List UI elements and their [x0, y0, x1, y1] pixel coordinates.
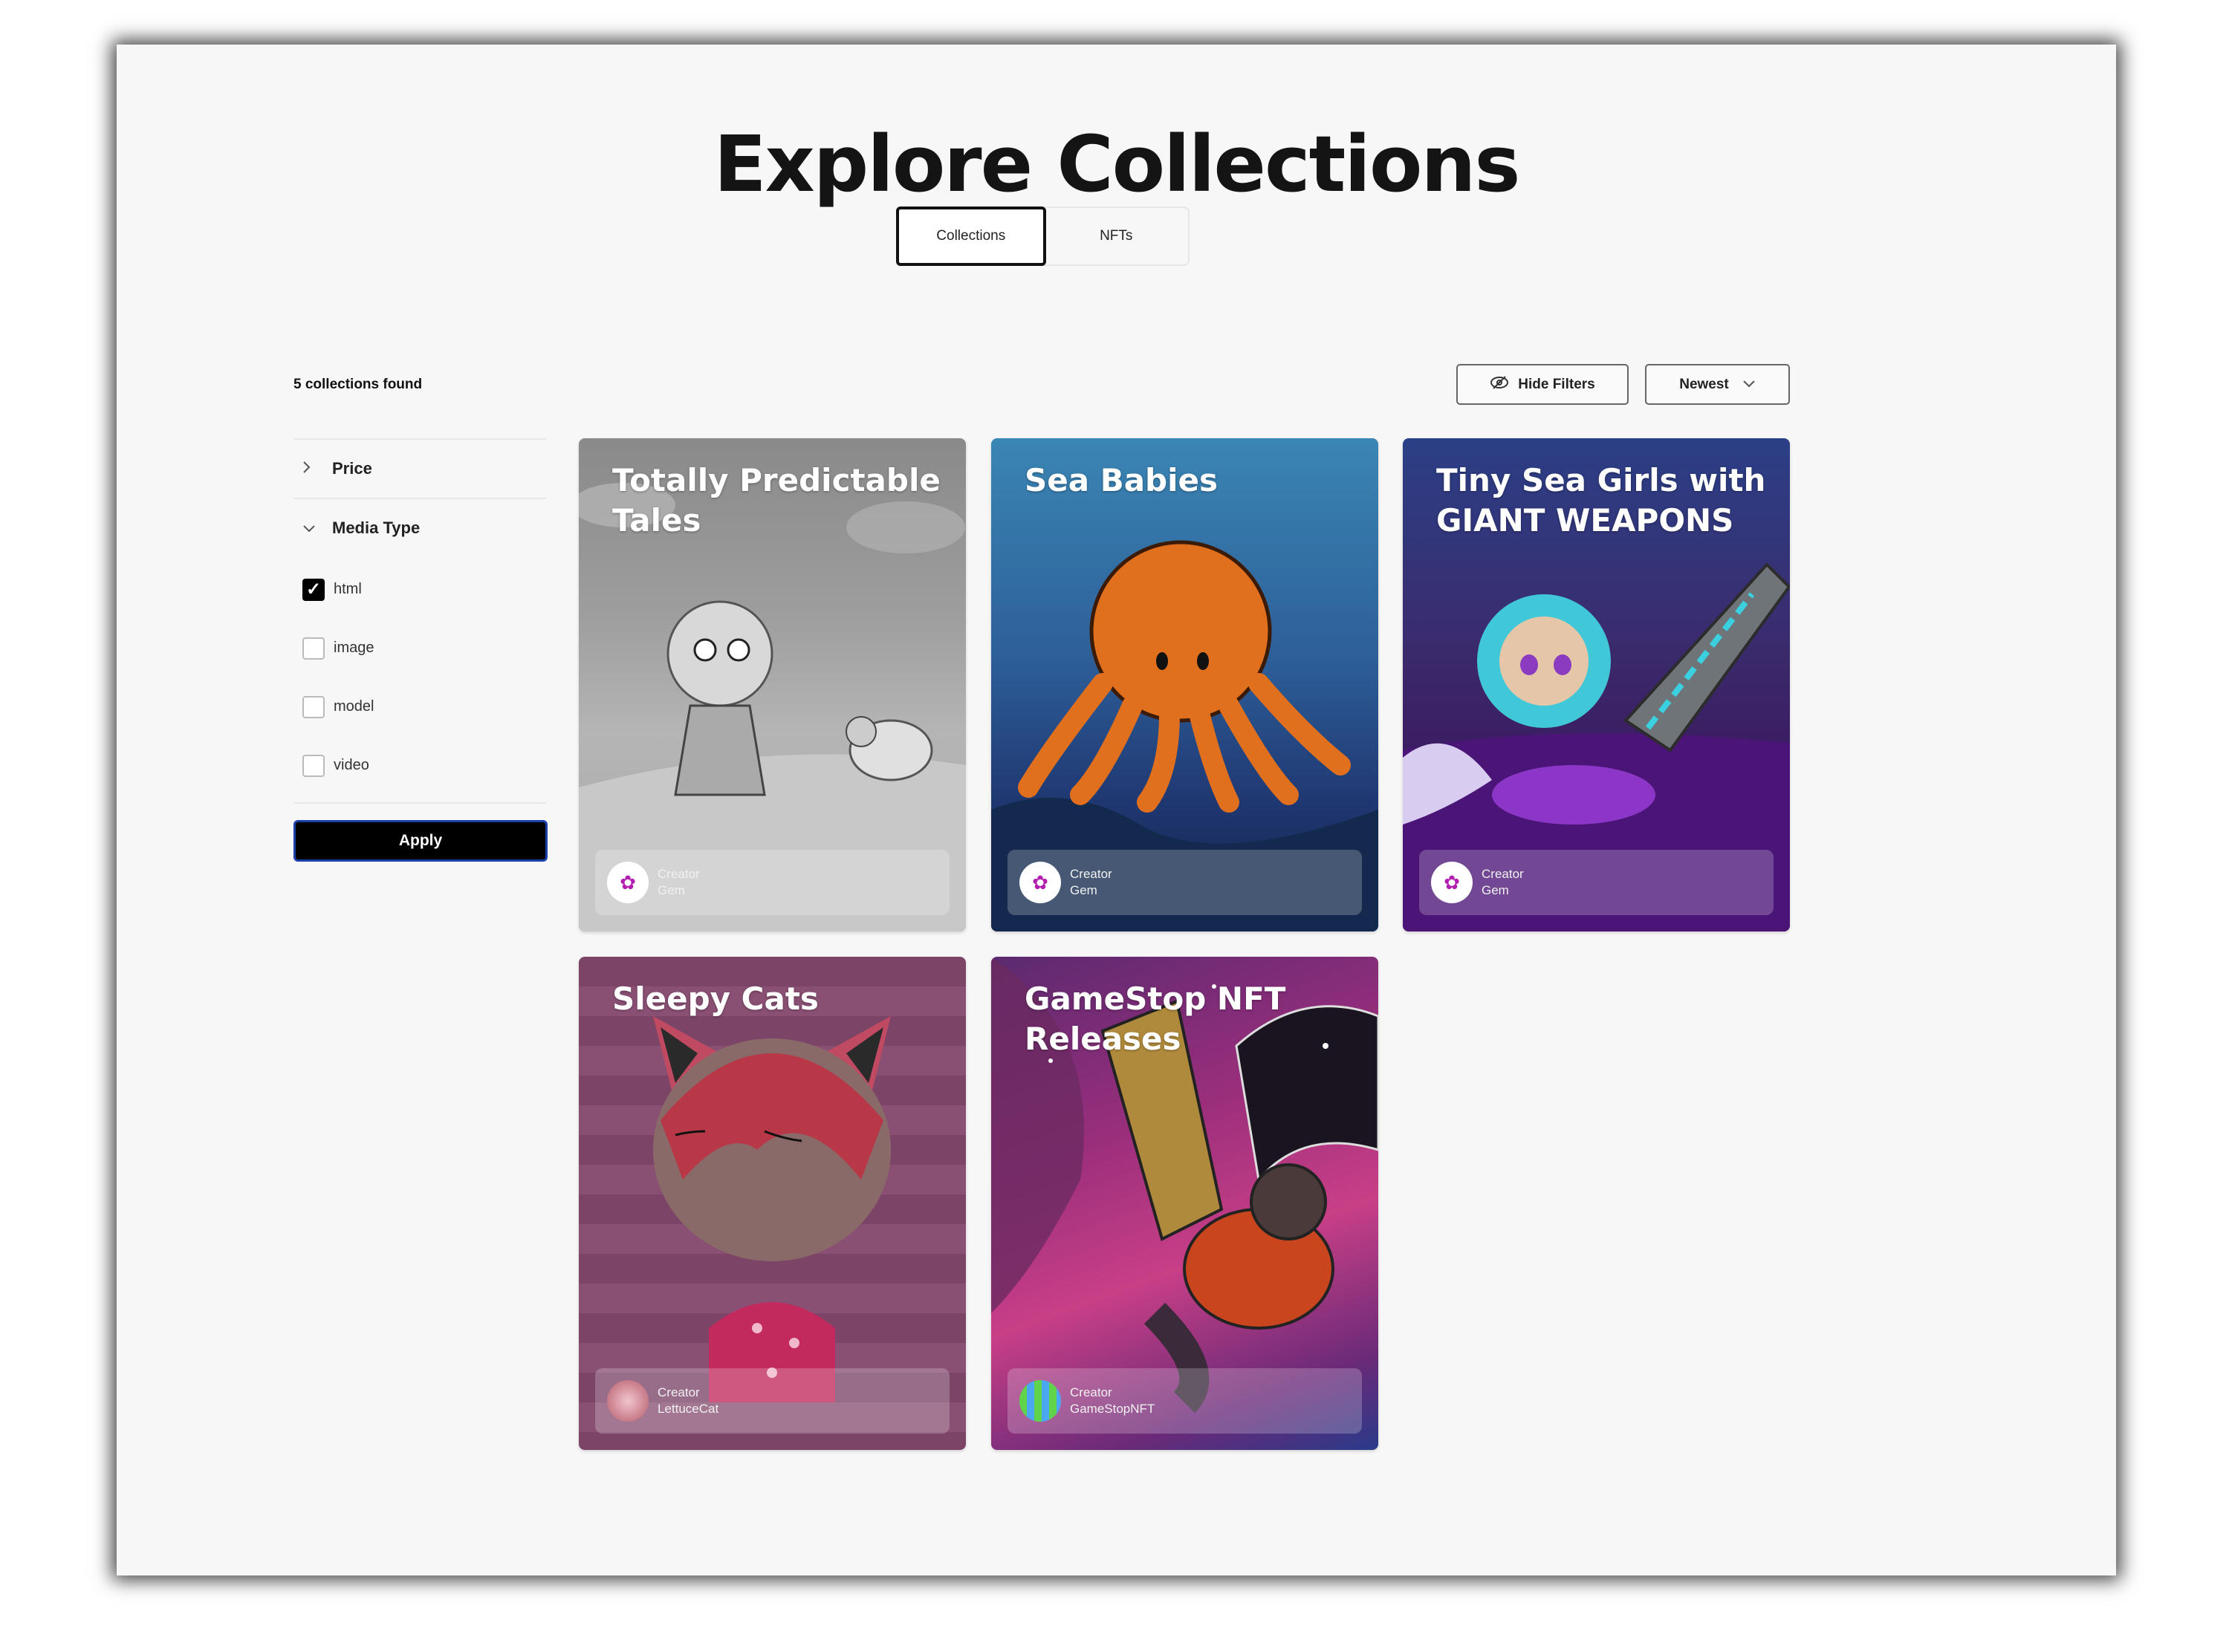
results-count: 5 collections found: [293, 377, 423, 392]
browser-window: Explore Collections Collections NFTs 5 c…: [117, 45, 2116, 1575]
checkbox-video[interactable]: [302, 754, 325, 777]
creator-avatar: ✿: [607, 862, 649, 903]
creator-badge[interactable]: Creator LettuceCat: [595, 1368, 950, 1434]
creator-badge[interactable]: ✿ Creator Gem: [595, 850, 950, 915]
creator-badge[interactable]: ✿ Creator Gem: [1008, 850, 1362, 915]
hide-filters-button[interactable]: Hide Filters: [1456, 364, 1629, 405]
creator-label: Creator: [1070, 867, 1112, 881]
creator-badge[interactable]: Creator GameStopNFT: [1008, 1368, 1362, 1434]
view-tabs: Collections NFTs: [896, 206, 1190, 266]
tab-collections[interactable]: Collections: [896, 206, 1046, 266]
creator-avatar: ✿: [1019, 862, 1061, 903]
option-label: video: [334, 757, 369, 773]
divider: [293, 802, 546, 804]
media-type-option-html[interactable]: ✓ html: [293, 560, 546, 619]
creator-label: Creator: [1482, 867, 1524, 881]
sort-label: Newest: [1679, 376, 1729, 392]
checkbox-model[interactable]: [302, 695, 325, 718]
media-type-option-video[interactable]: video: [293, 736, 546, 795]
checkbox-image[interactable]: [302, 637, 325, 660]
tab-nfts[interactable]: NFTs: [1045, 208, 1189, 264]
creator-avatar: ✿: [1431, 862, 1473, 903]
media-type-options: ✓ html image model video: [293, 557, 546, 802]
collection-title: Tiny Sea Girls with GIANT WEAPONS: [1436, 462, 1766, 539]
collection-card[interactable]: Totally Predictable Tales ✿ Creator Gem: [579, 438, 966, 931]
filters-panel: Price Media Type ✓ html image model vide…: [293, 438, 548, 862]
media-type-option-model[interactable]: model: [293, 677, 546, 736]
collection-card[interactable]: Tiny Sea Girls with GIANT WEAPONS ✿ Crea…: [1403, 438, 1790, 931]
creator-name: Gem: [658, 883, 685, 897]
option-label: html: [334, 581, 362, 597]
page-title: Explore Collections: [713, 119, 1521, 209]
collection-card[interactable]: GameStop NFT Releases Creator GameStopNF…: [991, 957, 1378, 1450]
creator-name: GameStopNFT: [1070, 1402, 1155, 1416]
chevron-down-icon: [293, 518, 332, 538]
collection-card[interactable]: Sea Babies ✿ Creator Gem: [991, 438, 1378, 931]
creator-name: Gem: [1482, 883, 1509, 897]
creator-label: Creator: [1070, 1385, 1112, 1399]
checkmark-icon: ✓: [305, 579, 322, 599]
collection-title: Sea Babies: [1025, 462, 1218, 498]
collection-title: Totally Predictable Tales: [612, 462, 941, 539]
sort-dropdown[interactable]: Newest: [1645, 364, 1790, 405]
collection-title: GameStop NFT Releases: [1025, 981, 1286, 1057]
creator-avatar: [1019, 1380, 1061, 1422]
media-type-option-image[interactable]: image: [293, 619, 546, 677]
checkbox-html[interactable]: ✓: [302, 578, 325, 601]
creator-avatar: [607, 1380, 649, 1422]
filter-section-label: Media Type: [332, 518, 421, 537]
hide-filters-label: Hide Filters: [1518, 376, 1595, 392]
filter-section-label: Price: [332, 459, 372, 478]
creator-name: LettuceCat: [658, 1402, 719, 1416]
filter-section-media-type[interactable]: Media Type: [293, 499, 546, 557]
eye-off-icon: [1490, 375, 1509, 394]
creator-label: Creator: [658, 1385, 700, 1399]
chevron-right-icon: [293, 459, 332, 478]
creator-name: Gem: [1070, 883, 1097, 897]
collection-title: Sleepy Cats: [612, 981, 819, 1017]
chevron-down-icon: [1742, 377, 1756, 392]
collection-card[interactable]: Sleepy Cats Creator LettuceCat: [579, 957, 966, 1450]
creator-label: Creator: [658, 867, 700, 881]
filter-section-price[interactable]: Price: [293, 440, 546, 498]
option-label: image: [334, 640, 374, 656]
option-label: model: [334, 698, 374, 715]
creator-badge[interactable]: ✿ Creator Gem: [1419, 850, 1774, 915]
apply-button[interactable]: Apply: [293, 820, 548, 862]
